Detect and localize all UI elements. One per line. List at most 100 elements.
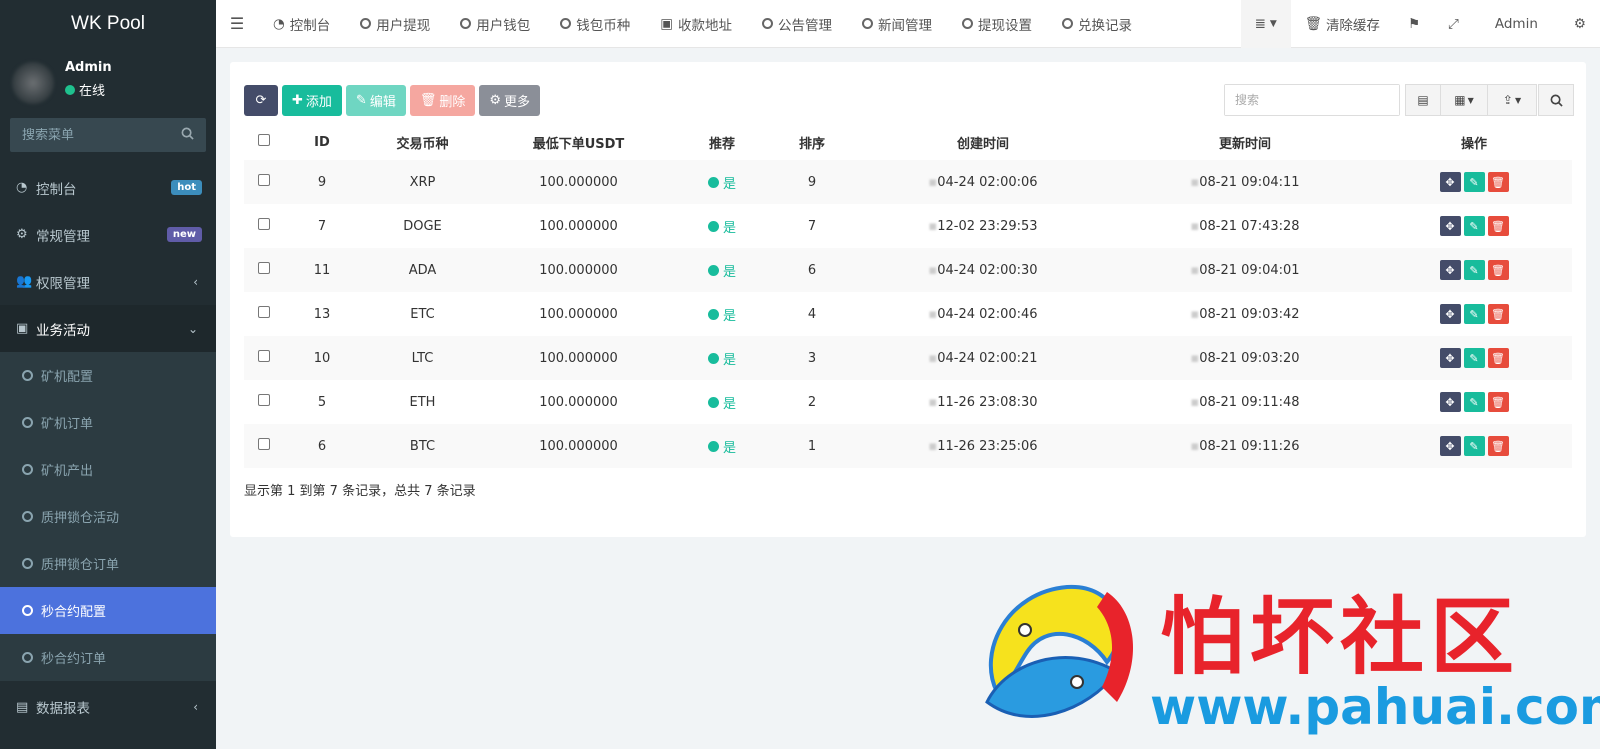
sidebar-subitem-staking-activity[interactable]: 质押锁仓活动 (0, 493, 216, 540)
recommend-label: 是 (722, 264, 736, 280)
search-button[interactable] (1538, 84, 1574, 116)
row-checkbox[interactable] (258, 306, 270, 318)
delete-row-icon[interactable]: 🗑 (1487, 436, 1509, 456)
column-header[interactable]: ID (284, 124, 360, 160)
table-row[interactable]: 11 ADA 100.000000 是 6 ▪04-24 02:00:30 ▪08-21 0… (244, 248, 1572, 292)
sidebar-subitem-miner-orders[interactable]: 矿机订单 (0, 399, 216, 446)
drag-move-icon[interactable]: ✥ (1439, 348, 1461, 368)
delete-row-icon[interactable]: 🗑 (1487, 260, 1509, 280)
tab-announcements[interactable]: 公告管理 (747, 0, 847, 48)
drag-move-icon[interactable]: ✥ (1439, 260, 1461, 280)
column-header[interactable]: 排序 (772, 124, 852, 160)
row-checkbox[interactable] (258, 438, 270, 450)
recommend-status[interactable]: 是 (707, 305, 736, 324)
sidebar-subitem-miner-output[interactable]: 矿机产出 (0, 446, 216, 493)
delete-row-icon[interactable]: 🗑 (1487, 216, 1509, 236)
drag-move-icon[interactable]: ✥ (1439, 172, 1461, 192)
delete-row-icon[interactable]: 🗑 (1487, 172, 1509, 192)
table-row[interactable]: 6 BTC 100.000000 是 1 ▪11-26 23:25:06 ▪08-21 09… (244, 424, 1572, 468)
search-icon[interactable] (181, 127, 194, 144)
fullscreen-icon[interactable]: ⤢ (1434, 0, 1473, 48)
clear-cache-button[interactable]: 🗑 清除缓存 (1291, 0, 1394, 48)
row-checkbox[interactable] (258, 350, 270, 362)
edit-row-icon[interactable]: ✎ (1463, 304, 1485, 324)
circle-icon (360, 18, 372, 29)
drag-move-icon[interactable]: ✥ (1439, 392, 1461, 412)
recommend-status[interactable]: 是 (707, 173, 736, 192)
recommend-status[interactable]: 是 (707, 349, 736, 368)
sidebar-subitem-miner-config[interactable]: 矿机配置 (0, 352, 216, 399)
tab-dashboard[interactable]: ◔ 控制台 (258, 0, 345, 48)
drag-move-icon[interactable]: ✥ (1439, 436, 1461, 456)
columns-button[interactable]: ▦ ▼ (1440, 84, 1488, 116)
edit-row-icon[interactable]: ✎ (1463, 392, 1485, 412)
tab-wallet-coins[interactable]: 钱包币种 (545, 0, 645, 48)
edit-row-icon[interactable]: ✎ (1463, 348, 1485, 368)
recommend-status[interactable]: 是 (707, 437, 736, 456)
column-header[interactable]: 推荐 (672, 124, 772, 160)
table-row[interactable]: 9 XRP 100.000000 是 9 ▪04-24 02:00:06 ▪08-21 09… (244, 160, 1572, 204)
drag-move-icon[interactable]: ✥ (1439, 304, 1461, 324)
row-checkbox[interactable] (258, 262, 270, 274)
admin-menu[interactable]: Admin (1473, 0, 1560, 48)
edit-row-icon[interactable]: ✎ (1463, 172, 1485, 192)
sidebar-subitem-second-contract-config[interactable]: 秒合约配置 (0, 587, 216, 634)
edit-row-icon[interactable]: ✎ (1463, 216, 1485, 236)
table-row[interactable]: 7 DOGE 100.000000 是 7 ▪12-02 23:29:53 ▪08-21 0… (244, 204, 1572, 248)
updated-time: 08-21 09:11:26 (1199, 438, 1300, 454)
tab-news[interactable]: 新闻管理 (847, 0, 947, 48)
column-header[interactable]: 交易币种 (360, 124, 485, 160)
sidebar-subitem-second-contract-orders[interactable]: 秒合约订单 (0, 634, 216, 681)
file-icon: ▤ (16, 699, 29, 715)
sidebar-search-input[interactable] (22, 127, 172, 143)
tab-receive-address[interactable]: ▣ 收款地址 (645, 0, 747, 48)
sidebar-item-reports[interactable]: ▤ 数据报表 ‹ (0, 681, 216, 733)
sidebar-item-permissions[interactable]: 👥 权限管理 ‹ (0, 258, 216, 305)
delete-row-icon[interactable]: 🗑 (1487, 348, 1509, 368)
drag-move-icon[interactable]: ✥ (1439, 216, 1461, 236)
more-tabs-dropdown[interactable]: ≣ ▼ (1240, 0, 1291, 48)
edit-row-icon[interactable]: ✎ (1463, 260, 1485, 280)
recommend-status[interactable]: 是 (707, 217, 736, 236)
cell-sort: 1 (772, 424, 852, 468)
sidebar-item-business[interactable]: ▣ 业务活动 ⌄ (0, 305, 216, 352)
table-row[interactable]: 13 ETC 100.000000 是 4 ▪04-24 02:00:46 ▪08-21 0… (244, 292, 1572, 336)
add-button[interactable]: ✚ 添加 (282, 85, 342, 116)
column-header[interactable]: 最低下单USDT (485, 124, 672, 160)
sidebar-item-dashboard[interactable]: ◔ 控制台 hot (0, 164, 216, 211)
select-all-checkbox[interactable] (258, 134, 270, 146)
cell-updated: ▪08-21 09:11:48 (1114, 380, 1376, 424)
column-header[interactable]: 创建时间 (852, 124, 1114, 160)
content-card: ⟳ ✚添加 ✎编辑 🗑删除 ⚙更多 ▤ ▦▼ ⇪▼ ID 交易币种 最低下单US… (230, 62, 1586, 537)
refresh-button[interactable]: ⟳ (244, 85, 278, 116)
tab-user-wallet[interactable]: 用户钱包 (445, 0, 545, 48)
more-button[interactable]: ⚙ 更多 (479, 85, 541, 116)
tab-user-withdraw[interactable]: 用户提现 (345, 0, 445, 48)
sidebar-subitem-staking-orders[interactable]: 质押锁仓订单 (0, 540, 216, 587)
row-checkbox[interactable] (258, 174, 270, 186)
cell-coin: XRP (360, 160, 485, 204)
brand-logo[interactable]: WK Pool (0, 0, 216, 48)
row-checkbox[interactable] (258, 218, 270, 230)
recommend-status[interactable]: 是 (707, 261, 736, 280)
menu-toggle-icon[interactable]: ☰ (216, 14, 258, 33)
refresh-icon: ⟳ (255, 93, 267, 108)
recommend-status[interactable]: 是 (707, 393, 736, 412)
edit-button[interactable]: ✎ 编辑 (345, 85, 406, 116)
table-row[interactable]: 5 ETH 100.000000 是 2 ▪11-26 23:08:30 ▪08-21 09… (244, 380, 1572, 424)
toggle-view-button[interactable]: ▤ (1405, 84, 1441, 116)
row-checkbox[interactable] (258, 394, 270, 406)
export-button[interactable]: ⇪ ▼ (1487, 84, 1537, 116)
language-icon[interactable]: ⚑ (1394, 0, 1434, 48)
delete-button[interactable]: 🗑 删除 (409, 85, 476, 116)
delete-row-icon[interactable]: 🗑 (1487, 304, 1509, 324)
table-row[interactable]: 10 LTC 100.000000 是 3 ▪04-24 02:00:21 ▪08-21 0… (244, 336, 1572, 380)
column-header[interactable]: 更新时间 (1114, 124, 1376, 160)
edit-row-icon[interactable]: ✎ (1463, 436, 1485, 456)
tab-exchange-records[interactable]: 兑换记录 (1047, 0, 1147, 48)
delete-row-icon[interactable]: 🗑 (1487, 392, 1509, 412)
sidebar-item-general[interactable]: ⚙ 常规管理 new (0, 211, 216, 258)
tab-withdraw-settings[interactable]: 提现设置 (947, 0, 1047, 48)
search-input[interactable] (1225, 85, 1399, 115)
settings-gear-icon[interactable]: ⚙ (1560, 0, 1600, 48)
